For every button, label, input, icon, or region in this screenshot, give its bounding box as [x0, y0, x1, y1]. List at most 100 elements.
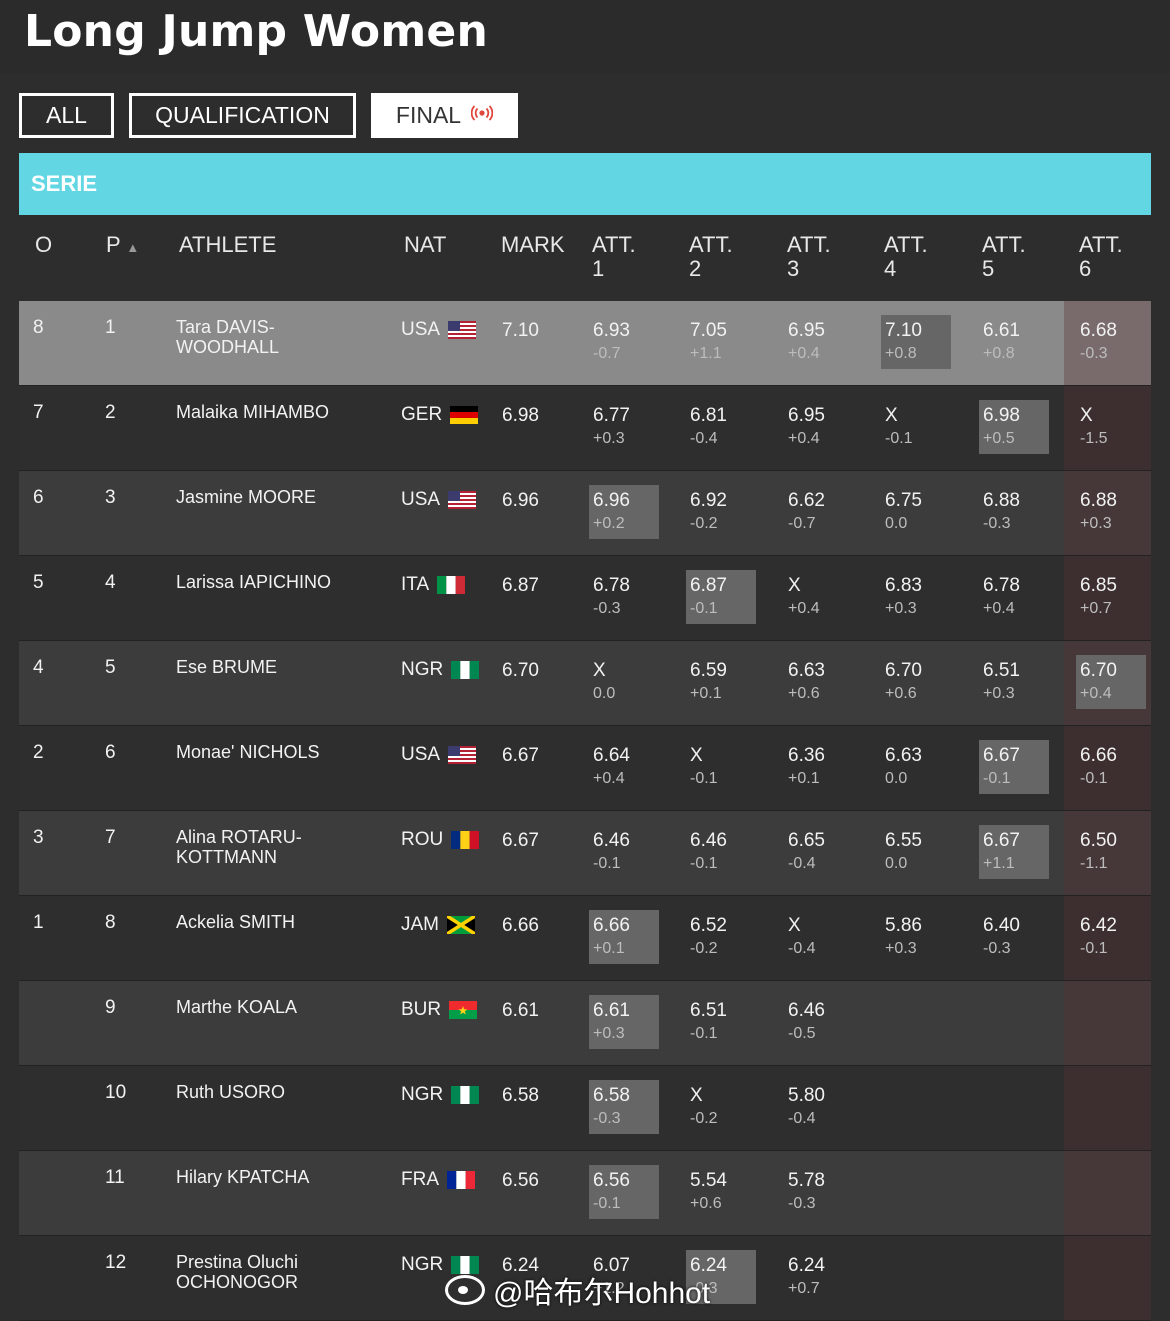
header-athlete[interactable]: ATHLETE: [179, 233, 276, 257]
athlete-name-line: Ruth USORO: [176, 1082, 286, 1102]
tab-qualification[interactable]: QUALIFICATION: [129, 93, 356, 138]
athlete-name[interactable]: Hilary KPATCHA: [176, 1167, 376, 1187]
attempt-wind: +0.3: [983, 685, 1015, 702]
attempt-mark: 6.66: [1080, 745, 1117, 766]
table-row[interactable]: 9 Marthe KOALA BUR 6.61 6.61 +0.3 6.51 -0.1 6.46…: [19, 981, 1151, 1066]
attempt-2-cell: 6.59 +0.1: [686, 655, 756, 709]
athlete-name[interactable]: Prestina Oluchi OCHONOGOR: [176, 1252, 376, 1292]
attempt-5-cell: 6.61 +0.8: [979, 315, 1049, 369]
attempt-mark: 6.42: [1080, 915, 1117, 936]
nat-code: BUR: [401, 999, 442, 1020]
header-nat[interactable]: NAT: [404, 233, 446, 257]
attempt-6-cell: 6.85 +0.7: [1076, 570, 1146, 624]
table-row[interactable]: 2 6 Monae' NICHOLS USA 6.67 6.64 +0.4 X -0.1 6.36…: [19, 726, 1151, 811]
table-row[interactable]: 8 1 Tara DAVIS- WOODHALL USA 7.10 6.93 -0.7 7.05…: [19, 301, 1151, 386]
mark-cell: 6.70: [502, 660, 539, 681]
attempt-wind: -0.3: [1080, 345, 1108, 362]
attempt-5-cell: 6.98 +0.5: [979, 400, 1049, 454]
nat-code: GER: [401, 404, 443, 425]
table-row[interactable]: 1 8 Ackelia SMITH JAM 6.66 6.66 +0.1 6.52 -0.2 X -…: [19, 896, 1151, 981]
tab-bar: ALL QUALIFICATION FINAL: [19, 93, 533, 138]
header-order[interactable]: O: [35, 233, 52, 257]
table-row[interactable]: 3 7 Alina ROTARU- KOTTMANN ROU 6.67 6.46 -0.1 6.…: [19, 811, 1151, 896]
attempt-mark: 6.50: [1080, 830, 1117, 851]
attempt-2-cell: 7.05 +1.1: [686, 315, 756, 369]
attempt-2-cell: 6.46 -0.1: [686, 825, 756, 879]
watermark: @哈布尔Hohhot: [445, 1268, 710, 1312]
attempt-mark: X: [593, 660, 606, 681]
table-row[interactable]: 10 Ruth USORO NGR 6.58 6.58 -0.3 X -0.2 5.80 -0.4: [19, 1066, 1151, 1151]
attempt-3-cell: 6.36 +0.1: [784, 740, 854, 794]
header-att5-label: ATT.: [982, 232, 1026, 257]
mark-cell: 6.96: [502, 490, 539, 511]
attempt-4-cell: 5.86 +0.3: [881, 910, 951, 964]
athlete-name[interactable]: Ackelia SMITH: [176, 912, 376, 932]
athlete-name[interactable]: Alina ROTARU- KOTTMANN: [176, 827, 376, 867]
attempt-wind: -0.1: [593, 855, 621, 872]
athlete-name-line: Prestina Oluchi: [176, 1252, 299, 1272]
flag-ngr-icon: [451, 1086, 480, 1104]
header-position[interactable]: P ▲: [106, 233, 139, 260]
page-header: Long Jump Women: [0, 0, 1170, 74]
position-cell: 5: [105, 657, 116, 678]
table-row[interactable]: 7 2 Malaika MIHAMBO GER 6.98 6.77 +0.3 6.81 -0.4…: [19, 386, 1151, 471]
position-cell: 3: [105, 487, 116, 508]
mark-cell: 6.67: [502, 830, 539, 851]
attempt-2-cell: 6.52 -0.2: [686, 910, 756, 964]
attempt-3-cell: 6.63 +0.6: [784, 655, 854, 709]
athlete-name-line: Ackelia SMITH: [176, 912, 296, 932]
attempt-wind: -0.3: [593, 1110, 621, 1127]
header-att6[interactable]: ATT. 6: [1079, 233, 1123, 281]
header-att4-label: ATT.: [884, 232, 928, 257]
header-att4[interactable]: ATT. 4: [884, 233, 928, 281]
header-att6-label: ATT.: [1079, 232, 1123, 257]
attempt-wind: +0.8: [885, 345, 917, 362]
athlete-name[interactable]: Ese BRUME: [176, 657, 376, 677]
table-row[interactable]: 6 3 Jasmine MOORE USA 6.96 6.96 +0.2 6.92 -0.2 6.…: [19, 471, 1151, 556]
attempt-6-cell: 6.88 +0.3: [1076, 485, 1146, 539]
athlete-name[interactable]: Marthe KOALA: [176, 997, 376, 1017]
athlete-name[interactable]: Malaika MIHAMBO: [176, 402, 376, 422]
attempt-wind: -0.1: [1080, 940, 1108, 957]
header-att5[interactable]: ATT. 5: [982, 233, 1026, 281]
attempt-6-cell: 6.68 -0.3: [1076, 315, 1146, 369]
attempt-1-cell: 6.64 +0.4: [589, 740, 659, 794]
tab-all[interactable]: ALL: [19, 93, 114, 138]
order-cell: 2: [33, 742, 44, 763]
athlete-name-line: Larissa IAPICHINO: [176, 572, 332, 592]
tab-final[interactable]: FINAL: [371, 93, 518, 138]
athlete-name[interactable]: Tara DAVIS- WOODHALL: [176, 317, 376, 357]
flag-usa-icon: [448, 491, 477, 509]
athlete-name-line: Hilary KPATCHA: [176, 1167, 310, 1187]
athlete-name[interactable]: Jasmine MOORE: [176, 487, 376, 507]
attempt-4-cell: 6.83 +0.3: [881, 570, 951, 624]
attempt-wind: +0.7: [1080, 600, 1112, 617]
nat-code: USA: [401, 744, 441, 765]
header-mark[interactable]: MARK: [501, 233, 565, 257]
attempt-wind: 0.0: [593, 685, 616, 702]
attempt-mark: 6.78: [593, 575, 630, 596]
athlete-name[interactable]: Larissa IAPICHINO: [176, 572, 376, 592]
header-att6-num: 6: [1079, 256, 1092, 281]
athlete-name[interactable]: Ruth USORO: [176, 1082, 376, 1102]
header-att5-num: 5: [982, 256, 995, 281]
header-att2[interactable]: ATT. 2: [689, 233, 733, 281]
attempt-wind: -0.4: [788, 855, 816, 872]
attempt-wind: +0.4: [788, 345, 820, 362]
header-att1-num: 1: [592, 256, 605, 281]
position-cell: 9: [105, 997, 116, 1018]
attempt-wind: -0.4: [690, 430, 718, 447]
flag-ita-icon: [437, 576, 466, 594]
header-att1-label: ATT.: [592, 232, 636, 257]
table-row[interactable]: 5 4 Larissa IAPICHINO ITA 6.87 6.78 -0.3 6.87 -0…: [19, 556, 1151, 641]
header-att1[interactable]: ATT. 1: [592, 233, 636, 281]
athlete-name[interactable]: Monae' NICHOLS: [176, 742, 376, 762]
attempt-wind: +0.3: [885, 940, 917, 957]
attempt-wind: -0.4: [788, 1110, 816, 1127]
attempt-wind: +0.4: [983, 600, 1015, 617]
table-row[interactable]: 11 Hilary KPATCHA FRA 6.56 6.56 -0.1 5.54 +0.6 5…: [19, 1151, 1151, 1236]
table-row[interactable]: 4 5 Ese BRUME NGR 6.70 X 0.0 6.59 +0.1 6.63 +0.6 6.…: [19, 641, 1151, 726]
header-att3[interactable]: ATT. 3: [787, 233, 831, 281]
attempt-wind: +0.6: [690, 1195, 722, 1212]
order-cell: 7: [33, 402, 44, 423]
